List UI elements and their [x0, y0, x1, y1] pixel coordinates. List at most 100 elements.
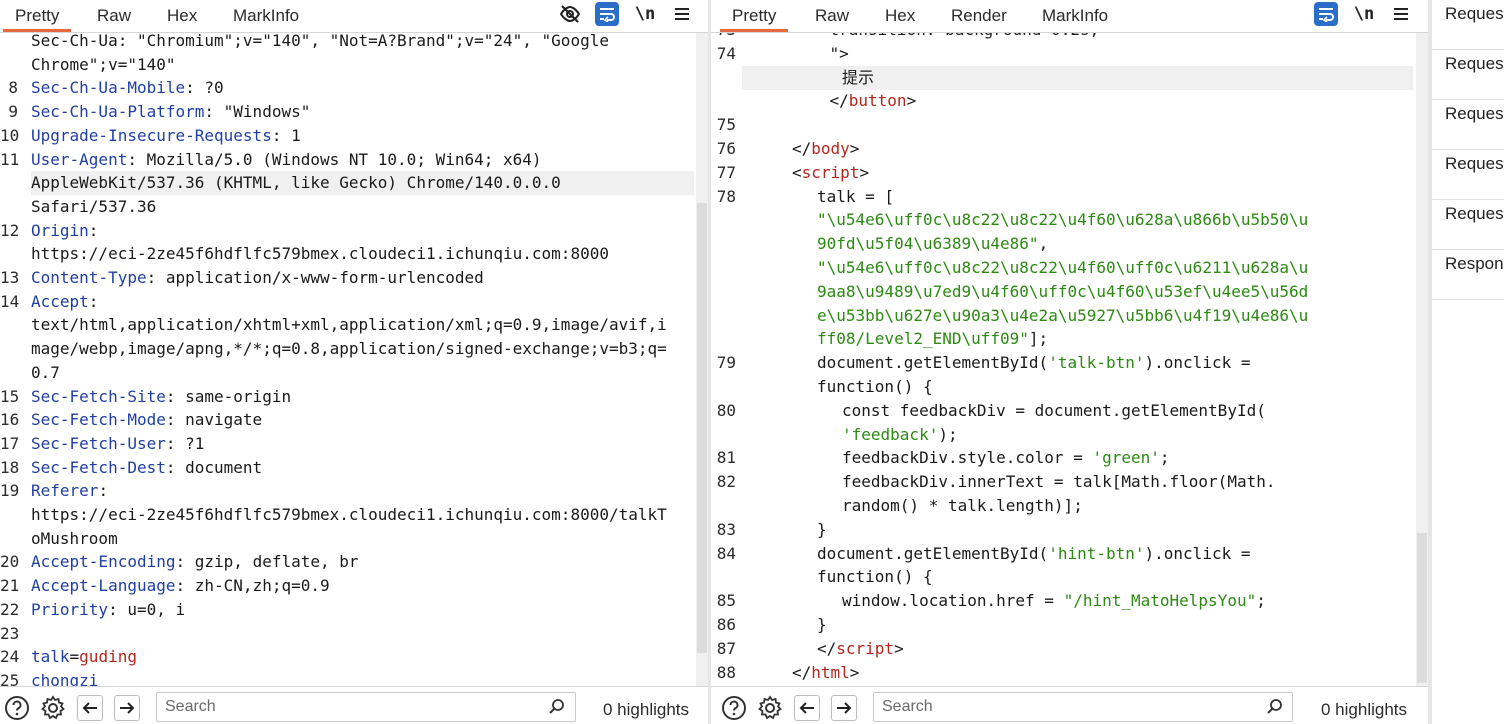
search-icon[interactable] [1266, 698, 1284, 721]
code-line[interactable]: 77 <script> [711, 161, 1414, 185]
code-line[interactable]: 84 document.getElementById('hint-btn').on… [711, 542, 1414, 566]
code-line[interactable]: 81 feedbackDiv.style.color = 'green'; [711, 446, 1414, 470]
code-line[interactable]: 87 </script> [711, 637, 1414, 661]
code-line[interactable]: 83} [711, 518, 1414, 542]
inspector-item-response[interactable]: Respons [1432, 250, 1504, 300]
code-line[interactable]: 86} [711, 613, 1414, 637]
help-icon[interactable] [721, 695, 747, 721]
tab-hex[interactable]: Hex [167, 6, 197, 26]
code-line[interactable]: 18 Sec-Fetch-Dest: document [0, 456, 694, 480]
code-line[interactable]: 14 Accept: [0, 290, 694, 314]
wrap-icon[interactable] [1314, 2, 1338, 26]
code-token: feedbackDiv.innerText = talk[Math.floor(… [842, 472, 1276, 492]
tab-markinfo[interactable]: MarkInfo [233, 6, 299, 26]
code-line[interactable]: 23 [0, 622, 694, 646]
code-line[interactable]: 88 </html> [711, 661, 1414, 685]
forward-arrow-icon[interactable] [114, 695, 140, 721]
code-line[interactable]: random() * talk.length)]; [711, 494, 1414, 518]
code-line[interactable]: 24 talk=guding [0, 645, 694, 669]
newline-icon[interactable]: \n [1352, 2, 1376, 26]
code-line[interactable]: 73 transition: background 0.2s; [711, 33, 1414, 42]
code-line[interactable]: "\u54e6\uff0c\u8c22\u8c22\u4f60\uff0c\u6… [711, 256, 1414, 280]
tab-pretty[interactable]: Pretty [2, 6, 72, 32]
code-line[interactable]: oMushroom [0, 527, 694, 551]
response-search-input[interactable] [873, 692, 1293, 722]
gear-icon[interactable] [40, 695, 66, 721]
code-line[interactable]: 76 </body> [711, 137, 1414, 161]
code-line[interactable]: mage/webp,image/apng,*/*;q=0.8,applicati… [0, 337, 694, 361]
code-line[interactable]: 提示 [711, 66, 1414, 90]
code-line[interactable]: 25 chongzi [0, 669, 694, 686]
code-line[interactable]: 20 Accept-Encoding: gzip, deflate, br [0, 550, 694, 574]
eye-slash-icon[interactable] [558, 2, 582, 26]
code-line[interactable]: 9 Sec-Ch-Ua-Platform: "Windows" [0, 100, 694, 124]
tab-pretty[interactable]: Pretty [719, 6, 789, 32]
inspector-item-request[interactable]: Request [1432, 150, 1504, 200]
code-line[interactable]: 9aa8\u9489\u7ed9\u4f60\uff0c\u4f60\u53ef… [711, 280, 1414, 304]
request-scrollbar[interactable] [696, 33, 708, 686]
code-line[interactable]: 21 Accept-Language: zh-CN,zh;q=0.9 [0, 574, 694, 598]
back-arrow-icon[interactable] [794, 695, 820, 721]
code-line[interactable]: AppleWebKit/537.36 (KHTML, like Gecko) C… [0, 171, 694, 195]
code-line[interactable]: https://eci-2ze45f6hdflfc579bmex.cloudec… [0, 503, 694, 527]
code-line[interactable]: 90fd\u5f04\u6389\u4e86", [711, 232, 1414, 256]
request-search-input[interactable] [156, 692, 576, 722]
inspector-item-request[interactable]: Request [1432, 100, 1504, 150]
inspector-item-request[interactable]: Request [1432, 0, 1504, 50]
forward-arrow-icon[interactable] [831, 695, 857, 721]
search-icon[interactable] [548, 698, 566, 721]
code-line[interactable]: 12 Origin: [0, 219, 694, 243]
response-scrollbar[interactable] [1416, 33, 1428, 686]
wrap-icon[interactable] [595, 2, 619, 26]
code-line[interactable]: </button> [711, 89, 1414, 113]
code-line[interactable]: Chrome";v="140" [0, 53, 694, 77]
code-line[interactable]: function() { [711, 375, 1414, 399]
gear-icon[interactable] [757, 695, 783, 721]
tab-markinfo[interactable]: MarkInfo [1042, 6, 1108, 26]
response-editor[interactable]: 73transition: background 0.2s;74">提示</bu… [711, 33, 1414, 686]
newline-icon[interactable]: \n [633, 2, 657, 26]
code-line[interactable]: 74 "> [711, 42, 1414, 66]
code-line[interactable]: e\u53bb\u627e\u90a3\u4e2a\u5927\u5bb6\u4… [711, 304, 1414, 328]
menu-icon[interactable] [670, 2, 694, 26]
code-line[interactable]: "\u54e6\uff0c\u8c22\u8c22\u4f60\u628a\u8… [711, 208, 1414, 232]
code-line[interactable]: 80 const feedbackDiv = document.getElemen… [711, 399, 1414, 423]
code-line[interactable]: 78 talk = [ [711, 185, 1414, 209]
code-line[interactable]: function() { [711, 565, 1414, 589]
code-line[interactable]: 75 [711, 113, 1414, 137]
request-scrollbar-thumb[interactable] [697, 203, 707, 653]
code-line[interactable]: Safari/537.36 [0, 195, 694, 219]
code-line[interactable]: 22 Priority: u=0, i [0, 598, 694, 622]
code-line[interactable]: 19 Referer: [0, 479, 694, 503]
code-line[interactable]: Sec-Ch-Ua: "Chromium";v="140", "Not=A?Br… [0, 33, 694, 53]
code-line[interactable]: 15 Sec-Fetch-Site: same-origin [0, 385, 694, 409]
response-scrollbar-thumb[interactable] [1417, 533, 1427, 683]
menu-icon[interactable] [1389, 2, 1413, 26]
code-line[interactable]: 85 window.location.href = "/hint_MatoHelp… [711, 589, 1414, 613]
code-line[interactable]: ff08/Level2_END\uff09"]; [711, 327, 1414, 351]
line-content: User-Agent: Mozilla/5.0 (Windows NT 10.0… [31, 148, 542, 172]
code-line[interactable]: 8 Sec-Ch-Ua-Mobile: ?0 [0, 76, 694, 100]
code-line[interactable]: 16 Sec-Fetch-Mode: navigate [0, 408, 694, 432]
line-content: const feedbackDiv = document.getElementB… [842, 399, 1266, 423]
code-line[interactable]: 13 Content-Type: application/x-www-form-u… [0, 266, 694, 290]
back-arrow-icon[interactable] [77, 695, 103, 721]
code-line[interactable]: text/html,application/xhtml+xml,applicat… [0, 313, 694, 337]
tab-render[interactable]: Render [951, 6, 1007, 26]
code-line[interactable]: 10 Upgrade-Insecure-Requests: 1 [0, 124, 694, 148]
tab-raw[interactable]: Raw [97, 6, 131, 26]
tab-raw[interactable]: Raw [815, 6, 849, 26]
help-icon[interactable] [4, 695, 30, 721]
code-token: function() { [817, 567, 933, 587]
inspector-item-request[interactable]: Request [1432, 50, 1504, 100]
code-line[interactable]: 17 Sec-Fetch-User: ?1 [0, 432, 694, 456]
code-line[interactable]: 82 feedbackDiv.innerText = talk[Math.floo… [711, 470, 1414, 494]
code-line[interactable]: 11 User-Agent: Mozilla/5.0 (Windows NT 10… [0, 148, 694, 172]
code-line[interactable]: 0.7 [0, 361, 694, 385]
inspector-item-request[interactable]: Request [1432, 200, 1504, 250]
code-line[interactable]: https://eci-2ze45f6hdflfc579bmex.cloudec… [0, 242, 694, 266]
code-line[interactable]: 'feedback'); [711, 423, 1414, 447]
request-editor[interactable]: Sec-Ch-Ua: "Chromium";v="140", "Not=A?Br… [0, 33, 694, 686]
tab-hex[interactable]: Hex [885, 6, 915, 26]
code-line[interactable]: 79 document.getElementById('talk-btn').on… [711, 351, 1414, 375]
